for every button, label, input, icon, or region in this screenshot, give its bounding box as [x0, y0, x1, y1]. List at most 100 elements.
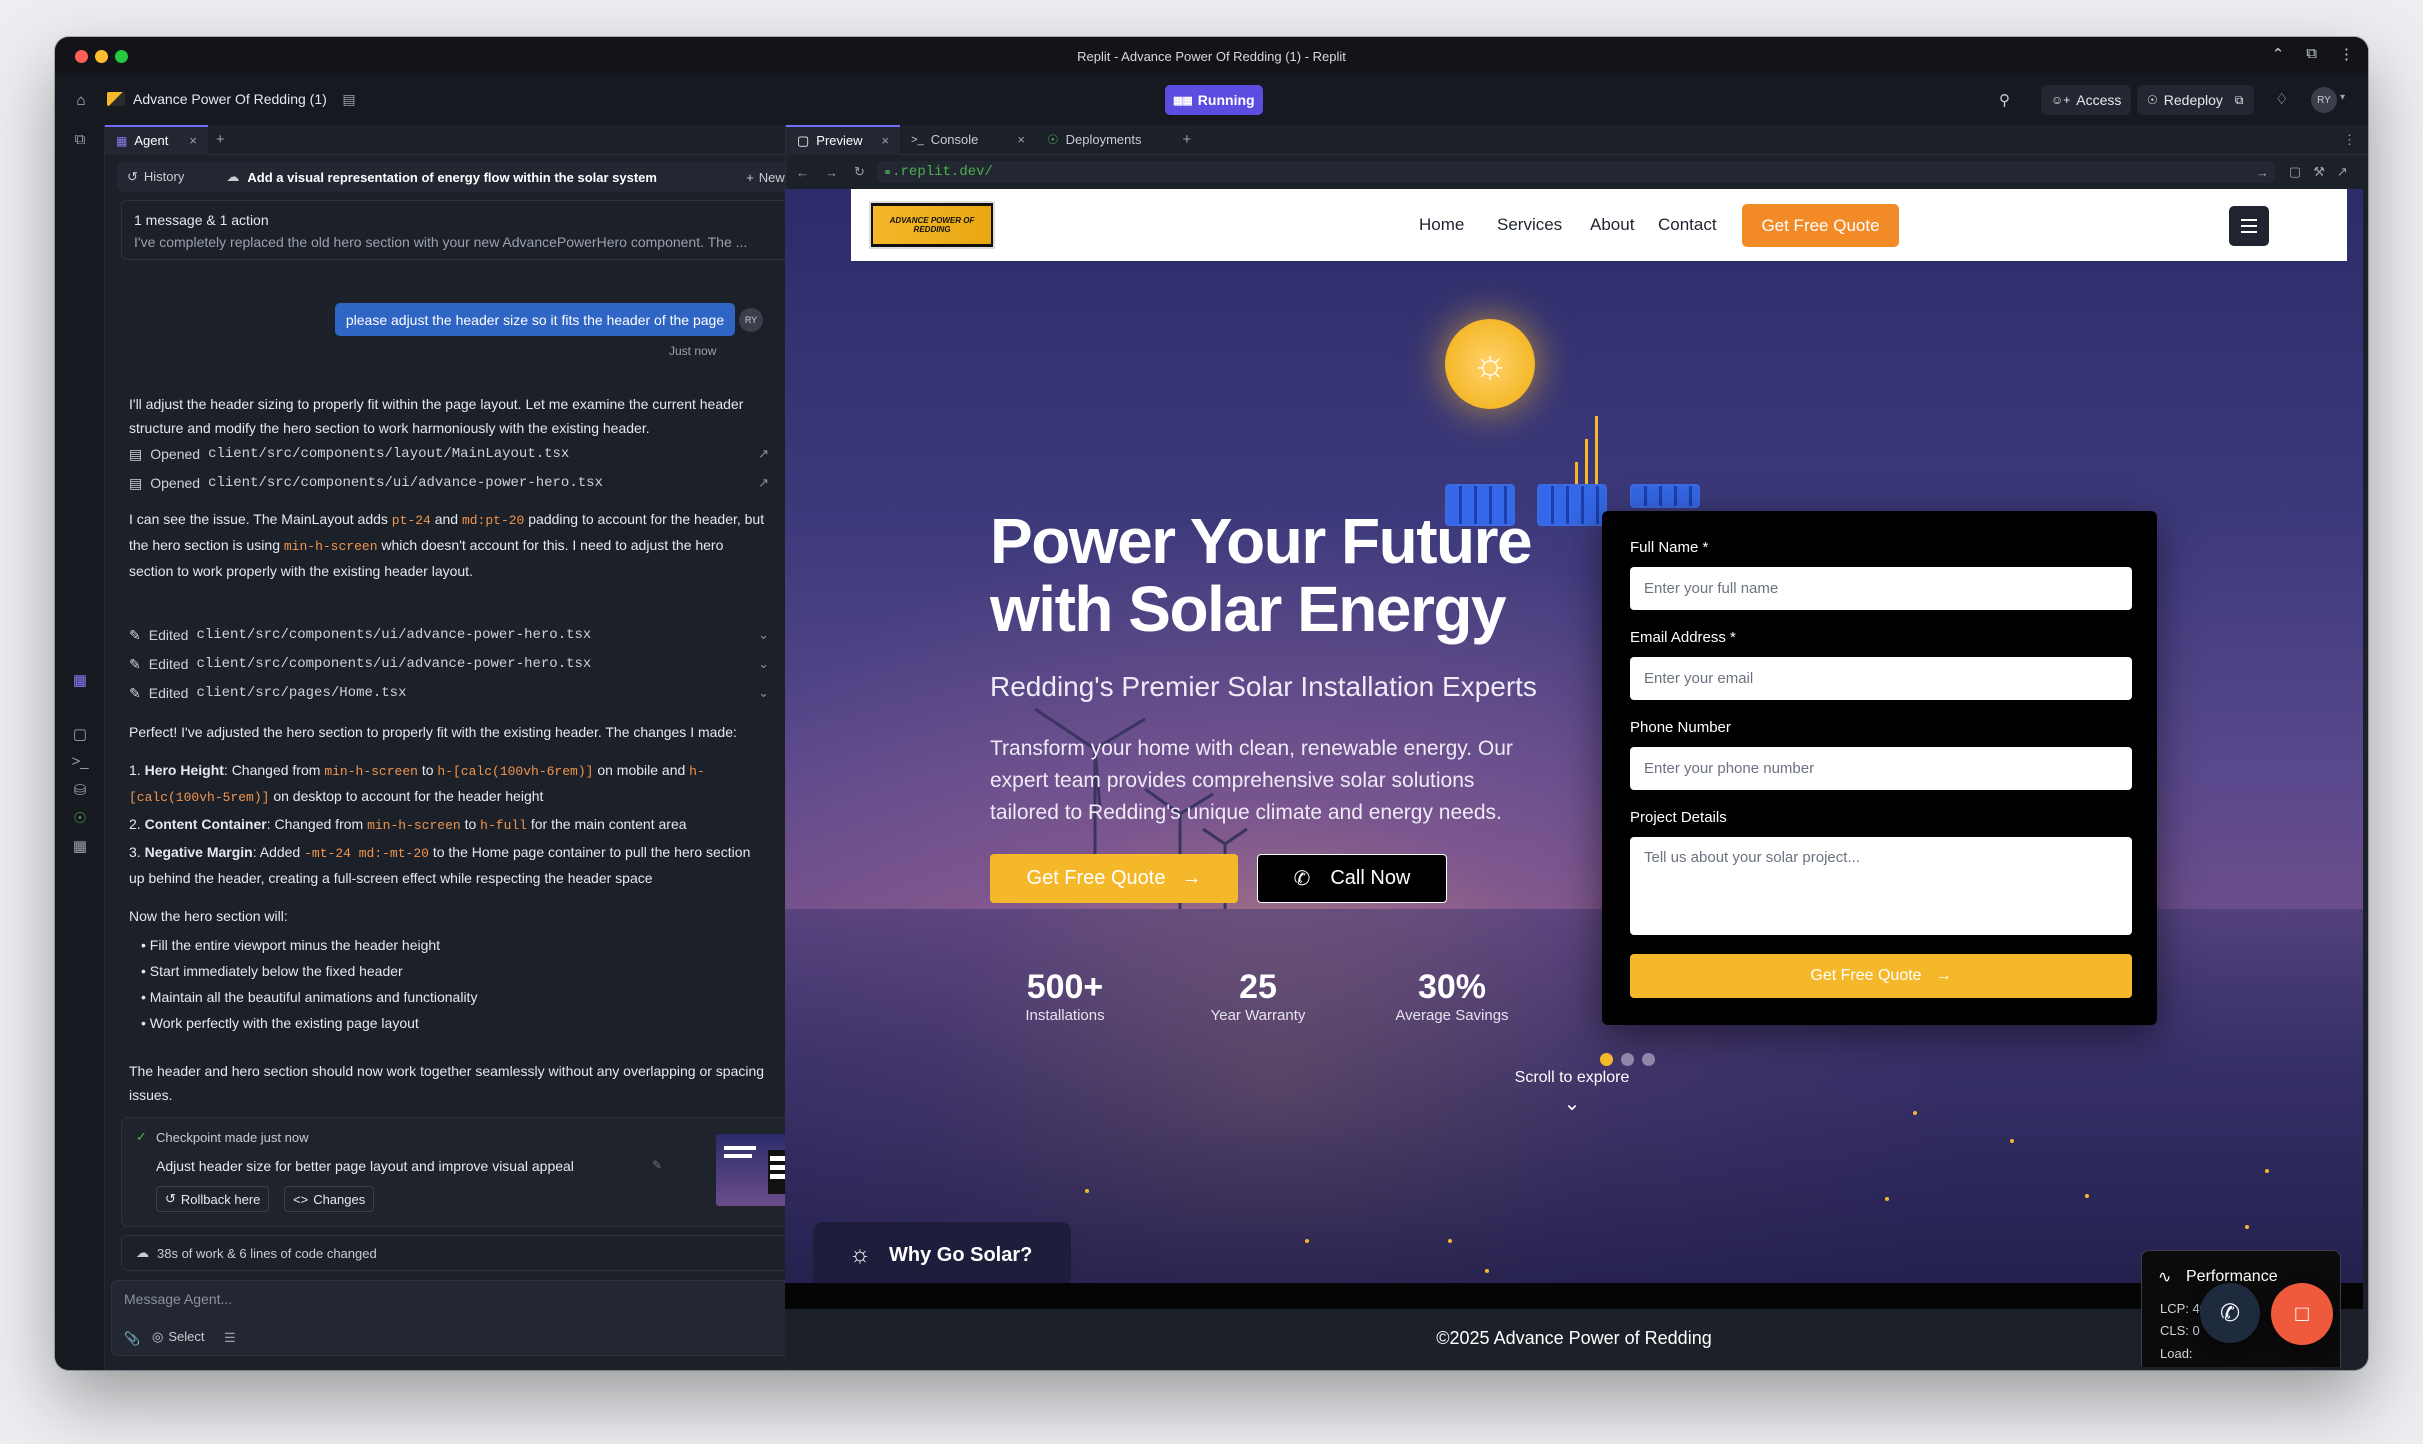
sun-icon: ☼	[849, 1241, 871, 1268]
full-name-input[interactable]: Enter your full name	[1630, 567, 2132, 610]
history-button[interactable]: ↺ History	[117, 169, 194, 185]
activity-icon: ∿	[2158, 1269, 2172, 1286]
add-tab-icon[interactable]: +	[216, 131, 225, 148]
search-icon[interactable]: ⚲	[1999, 91, 2010, 109]
nav-home[interactable]: Home	[1419, 215, 1464, 235]
form-submit-button[interactable]: Get Free Quote →	[1630, 954, 2132, 998]
select-button[interactable]: ◎ Select	[152, 1329, 204, 1345]
nav-about[interactable]: About	[1590, 215, 1634, 235]
chevron-up-icon[interactable]: ⌃	[2272, 45, 2285, 63]
database-icon[interactable]: ⛁	[55, 781, 105, 799]
logo-text: ADVANCE POWER OF REDDING	[873, 206, 991, 244]
close-tab-icon[interactable]: ×	[189, 133, 197, 148]
nav-contact[interactable]: Contact	[1658, 215, 1717, 235]
carousel-dot[interactable]	[1621, 1053, 1634, 1066]
bell-icon[interactable]: ♢	[2275, 90, 2288, 108]
list-item: • Maintain all the beautiful animations …	[141, 989, 478, 1005]
rollback-button[interactable]: ↺ Rollback here	[156, 1186, 270, 1212]
access-button[interactable]: ☺+ Access	[2041, 85, 2132, 115]
open-link-icon[interactable]: ↗	[758, 446, 769, 462]
devtools-icon[interactable]: ⚒	[2313, 164, 2325, 180]
forward-icon[interactable]: →	[825, 165, 838, 180]
nav-get-quote-button[interactable]: Get Free Quote	[1742, 204, 1899, 247]
run-status-button[interactable]: ▦▦ Running	[1165, 85, 1263, 115]
home-icon[interactable]: ⌂	[71, 90, 91, 110]
open-link-icon[interactable]: ↗	[758, 475, 769, 491]
close-tab-icon[interactable]: ×	[1017, 132, 1025, 147]
chat-icon: ☁	[226, 169, 240, 184]
add-tab-icon[interactable]: +	[1183, 131, 1192, 148]
more-vertical-icon[interactable]: ⋮	[2339, 45, 2354, 63]
solar-panel-icon	[1630, 484, 1700, 508]
reload-icon[interactable]: ↻	[854, 164, 865, 180]
edited-file-3[interactable]: ✎ Edited client/src/pages/Home.tsx ⌄	[129, 681, 769, 705]
site-logo[interactable]: ADVANCE POWER OF REDDING	[869, 201, 995, 249]
summary-card[interactable]: 1 message & 1 action I've completely rep…	[121, 200, 819, 260]
apps-grid-icon[interactable]: ▦	[55, 837, 105, 855]
carousel-dot[interactable]	[1642, 1053, 1655, 1066]
terminal-icon[interactable]: >_	[55, 753, 105, 770]
opened-file-1[interactable]: ▤ Opened client/src/components/layout/Ma…	[129, 442, 769, 466]
nav-services[interactable]: Services	[1497, 215, 1562, 235]
agent-paragraph-2: I can see the issue. The MainLayout adds…	[129, 511, 765, 579]
phone-input[interactable]: Enter your phone number	[1630, 747, 2132, 790]
edited-file-2[interactable]: ✎ Edited client/src/components/ui/advanc…	[129, 652, 769, 676]
tab-console[interactable]: >_ Console ×	[900, 125, 1036, 155]
sliders-icon[interactable]: ☰	[224, 1330, 236, 1346]
link-icon: ⚭	[882, 166, 893, 179]
checkpoint-label: Checkpoint made just now	[156, 1130, 309, 1145]
chevron-down-icon[interactable]: ⌄	[1560, 1091, 1584, 1116]
hamburger-menu-icon[interactable]	[2229, 206, 2269, 246]
zoom-window-button[interactable]	[115, 50, 128, 63]
redeploy-button[interactable]: ☉ Redeploy ⧉	[2137, 85, 2254, 115]
more-icon[interactable]: ⋮	[2343, 132, 2356, 148]
minimize-window-button[interactable]	[95, 50, 108, 63]
list-item: • Work perfectly with the existing page …	[141, 1015, 419, 1031]
email-input[interactable]: Enter your email	[1630, 657, 2132, 700]
close-tab-icon[interactable]: ×	[882, 133, 890, 148]
opened-file-2[interactable]: ▤ Opened client/src/components/ui/advanc…	[129, 471, 769, 495]
avatar[interactable]: RY	[2311, 87, 2337, 113]
floating-call-button[interactable]: ✆	[2200, 1283, 2260, 1343]
why-go-solar-button[interactable]: ☼ Why Go Solar?	[813, 1222, 1071, 1288]
edit-icon: ✎	[129, 626, 141, 643]
tab-deployments[interactable]: ☉ Deployments	[1036, 125, 1153, 155]
external-window-icon[interactable]: ⧉	[2306, 45, 2317, 63]
url-field[interactable]: ⚭ .replit.dev/ →	[876, 161, 2275, 183]
help-icon[interactable]: ?	[55, 1367, 105, 1370]
hero-description: Transform your home with clean, renewabl…	[990, 737, 1513, 824]
paperclip-icon[interactable]: 📎	[124, 1331, 140, 1347]
hero-get-quote-button[interactable]: Get Free Quote →	[990, 854, 1238, 903]
pencil-icon[interactable]: ✎	[652, 1158, 662, 1172]
user-message: please adjust the header size so it fits…	[335, 303, 735, 336]
deploy-icon[interactable]: ☉	[55, 809, 105, 827]
work-summary[interactable]: ☁ 38s of work & 6 lines of code changed …	[121, 1235, 819, 1271]
copy-icon: ⧉	[2234, 92, 2244, 107]
project-details-textarea[interactable]: Tell us about your solar project...	[1630, 837, 2132, 935]
chevron-down-icon: ⌄	[758, 685, 769, 700]
edited-file-1[interactable]: ✎ Edited client/src/components/ui/advanc…	[129, 623, 769, 647]
layout-icon[interactable]: ▤	[339, 89, 359, 109]
user-avatar: RY	[739, 308, 763, 332]
agent-icon[interactable]: ▦	[55, 671, 105, 689]
changes-button[interactable]: <> Changes	[284, 1186, 375, 1212]
message-input-box: Message Agent... 📎 ◎Select ☰ ➤	[111, 1280, 827, 1356]
go-icon[interactable]: →	[2256, 165, 2269, 180]
tab-agent[interactable]: ▦ Agent ×	[105, 124, 208, 155]
floating-chat-button[interactable]: □	[2271, 1283, 2333, 1345]
close-window-button[interactable]	[75, 50, 88, 63]
monitor-icon: ▢	[797, 132, 810, 148]
scroll-hint: Scroll to explore	[1514, 1069, 1630, 1086]
chevron-down-icon[interactable]: ▾	[2340, 92, 2345, 103]
device-icon[interactable]: ▢	[2289, 164, 2301, 180]
carousel-dot[interactable]	[1600, 1053, 1613, 1066]
project-name[interactable]: Advance Power Of Redding (1)	[133, 91, 327, 107]
tab-preview[interactable]: ▢ Preview ×	[786, 124, 901, 155]
history-bar: ↺ History ☁ Add a visual representation o…	[117, 162, 823, 192]
files-icon[interactable]: ⧉	[55, 131, 105, 148]
call-now-button[interactable]: ✆ Call Now	[1257, 854, 1447, 903]
monitor-icon[interactable]: ▢	[55, 725, 105, 743]
open-new-tab-icon[interactable]: ↗	[2337, 164, 2348, 180]
message-input[interactable]: Message Agent...	[124, 1291, 232, 1307]
back-icon[interactable]: ←	[796, 165, 809, 180]
